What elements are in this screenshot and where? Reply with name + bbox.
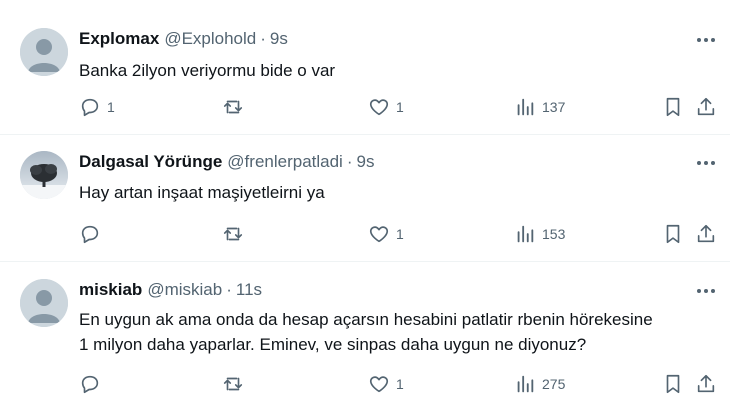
- timestamp[interactable]: 11s: [236, 280, 262, 300]
- timestamp[interactable]: 9s: [357, 152, 375, 172]
- share-icon: [697, 374, 715, 393]
- reply-button[interactable]: [79, 373, 107, 395]
- user-handle[interactable]: @miskiab: [147, 280, 222, 300]
- reply-icon: [81, 225, 99, 244]
- separator-dot: ·: [260, 29, 266, 48]
- more-options-icon[interactable]: [694, 153, 718, 173]
- tweet-actions: 1 153: [79, 223, 722, 247]
- view-count: 137: [542, 99, 566, 115]
- retweet-icon: [223, 377, 243, 391]
- retweet-button[interactable]: [222, 96, 250, 118]
- default-avatar-icon: [20, 279, 68, 327]
- separator-dot: ·: [346, 152, 353, 171]
- bookmark-button[interactable]: [662, 96, 684, 118]
- more-options-icon[interactable]: [694, 281, 718, 301]
- display-name[interactable]: miskiab: [79, 280, 142, 300]
- share-icon: [697, 97, 715, 116]
- like-button[interactable]: 1: [368, 373, 404, 395]
- reply-button[interactable]: 1: [79, 96, 115, 118]
- heart-icon: [369, 99, 389, 116]
- reply-button[interactable]: [79, 223, 107, 245]
- tweet[interactable]: Dalgasal Yörünge @frenlerpatladi · 9s Ha…: [0, 135, 730, 262]
- views-chart-icon: [517, 375, 534, 393]
- default-avatar-icon: [20, 28, 68, 76]
- like-count: 1: [396, 226, 404, 242]
- avatar[interactable]: [20, 151, 68, 199]
- tree-photo-avatar-icon: [20, 151, 68, 199]
- view-count: 153: [542, 226, 566, 242]
- avatar[interactable]: [20, 279, 68, 327]
- display-name[interactable]: Dalgasal Yörünge: [79, 152, 222, 172]
- tweet-header: Explomax @Explohold · 9s: [79, 29, 288, 49]
- share-button[interactable]: [695, 373, 717, 395]
- bookmark-button[interactable]: [662, 223, 684, 245]
- display-name[interactable]: Explomax: [79, 29, 159, 49]
- heart-icon: [369, 376, 389, 393]
- view-count: 275: [542, 376, 566, 392]
- reply-icon: [81, 375, 99, 394]
- separator-dot: ·: [226, 280, 232, 299]
- more-options-icon[interactable]: [694, 30, 718, 50]
- reply-count: 1: [107, 99, 115, 115]
- bookmark-button[interactable]: [662, 373, 684, 395]
- tweet-actions: 1 275: [79, 373, 722, 397]
- reply-icon: [81, 98, 99, 117]
- avatar[interactable]: [20, 28, 68, 76]
- tweet-header: Dalgasal Yörünge @frenlerpatladi · 9s: [79, 152, 374, 172]
- like-count: 1: [396, 99, 404, 115]
- share-button[interactable]: [695, 96, 717, 118]
- bookmark-icon: [666, 224, 680, 244]
- like-count: 1: [396, 376, 404, 392]
- share-icon: [697, 224, 715, 243]
- bookmark-icon: [666, 374, 680, 394]
- timeline: Explomax @Explohold · 9s Banka 2ilyon ve…: [0, 0, 730, 420]
- tweet-header: miskiab @miskiab · 11s: [79, 280, 262, 300]
- tweet-text: Hay artan inşaat maşiyetleirni ya: [79, 183, 325, 202]
- tweet[interactable]: miskiab @miskiab · 11s En uygun ak ama o…: [0, 262, 730, 420]
- bookmark-icon: [666, 97, 680, 117]
- retweet-icon: [223, 100, 243, 114]
- retweet-icon: [223, 227, 243, 241]
- tweet-text: En uygun ak ama onda da hesap açarsın he…: [79, 310, 653, 354]
- views-button[interactable]: 275: [514, 373, 565, 395]
- tweet-text: Banka 2ilyon veriyormu bide o var: [79, 61, 336, 80]
- tweet-actions: 1 1 137: [79, 96, 722, 120]
- retweet-button[interactable]: [222, 373, 250, 395]
- user-handle[interactable]: @Explohold: [164, 29, 256, 49]
- share-button[interactable]: [695, 223, 717, 245]
- views-chart-icon: [517, 225, 534, 243]
- views-button[interactable]: 153: [514, 223, 565, 245]
- timestamp[interactable]: 9s: [270, 29, 288, 49]
- views-chart-icon: [517, 98, 534, 116]
- heart-icon: [369, 226, 389, 243]
- tweet[interactable]: Explomax @Explohold · 9s Banka 2ilyon ve…: [0, 0, 730, 135]
- like-button[interactable]: 1: [368, 223, 404, 245]
- views-button[interactable]: 137: [514, 96, 565, 118]
- retweet-button[interactable]: [222, 223, 250, 245]
- like-button[interactable]: 1: [368, 96, 404, 118]
- user-handle[interactable]: @frenlerpatladi: [227, 152, 343, 172]
